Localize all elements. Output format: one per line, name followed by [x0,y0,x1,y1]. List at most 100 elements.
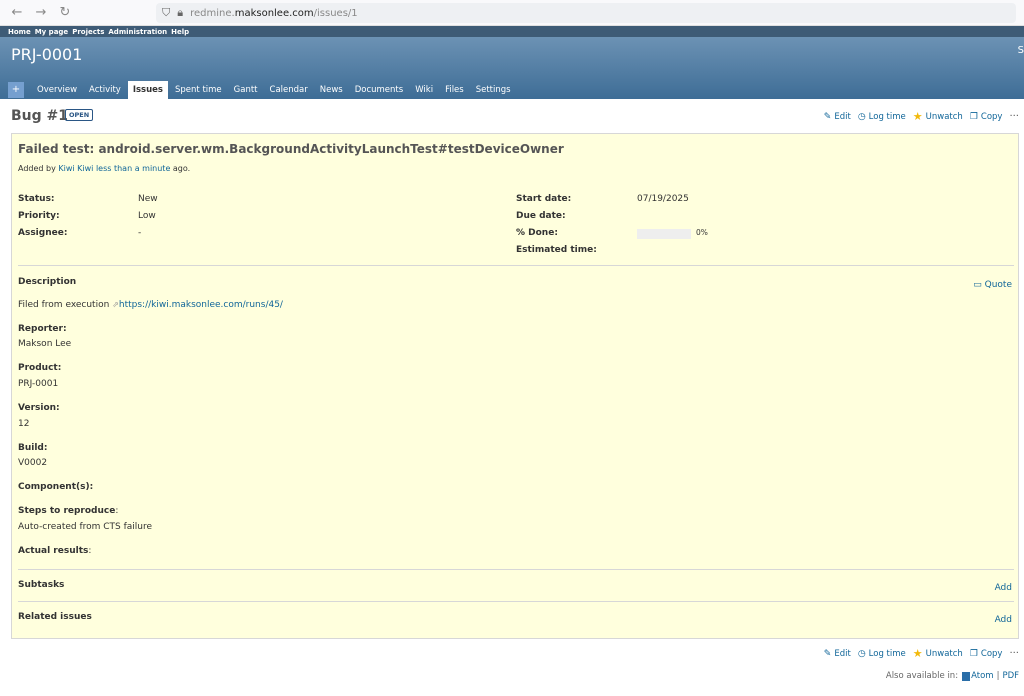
more-actions-icon[interactable]: ··· [1009,648,1019,659]
unwatch-button[interactable]: ★ Unwatch [913,647,963,660]
subtasks-title: Subtasks [18,580,65,590]
assignee-value: - [138,228,142,238]
issue-heading: Bug #1 OPEN ✎ Edit ◷ Log time ★ Unwatch ❐ Co… [11,99,1019,131]
start-date-value: 07/19/2025 [637,194,689,204]
forward-icon[interactable]: → [32,5,50,20]
url-text: redmine.maksonlee.com/issues/1 [190,7,358,19]
log-time-button[interactable]: ◷ Log time [858,112,906,122]
execution-link[interactable]: https://kiwi.maksonlee.com/runs/45/ [119,300,283,310]
tab-issues[interactable]: Issues [127,81,168,99]
steps-to-reproduce-value: Auto-created from CTS failure [18,522,153,532]
issue-subject: Failed test: android.server.wm.Backgroun… [18,142,564,156]
tab-settings[interactable]: Settings [471,81,516,99]
tab-wiki[interactable]: Wiki [410,81,438,99]
actual-results-label: Actual results: [18,546,92,556]
add-subtask-link[interactable]: Add [995,583,1012,593]
atom-link[interactable]: Atom [971,671,993,681]
separator: | [996,671,1000,681]
done-ratio-label: % Done: [516,228,558,238]
divider [18,569,1014,570]
issue-title: Bug #1 [11,108,69,124]
pdf-link[interactable]: PDF [1002,671,1019,681]
issue-author-line: Added by Kiwi Kiwi less than a minute ag… [18,164,191,173]
edit-button[interactable]: ✎ Edit [824,112,851,122]
top-menu-home[interactable]: Home [8,28,31,36]
reporter-value: Makson Lee [18,339,72,349]
other-formats-label: Also available in: [885,671,959,681]
done-progress-bar [637,229,691,239]
description-title: Description [18,277,77,287]
assignee-label: Assignee: [18,228,68,238]
tab-activity[interactable]: Activity [84,81,126,99]
build-label: Build: [18,443,48,453]
status-badge: OPEN [65,109,94,121]
address-bar[interactable]: ⛉ 🔒︎ redmine.maksonlee.com/issues/1 [156,3,1016,23]
shield-icon: ⛉ [162,6,171,19]
description-text: Filed from execution ⇗https://kiwi.makso… [18,300,283,310]
pencil-icon: ✎ [823,648,832,659]
done-ratio-value: 0% [696,228,708,237]
header-search-label: S [1017,45,1024,56]
log-time-button[interactable]: ◷ Log time [858,649,906,659]
copy-button[interactable]: ❐ Copy [970,112,1003,122]
tab-news[interactable]: News [315,81,348,99]
new-object-button[interactable]: + [8,82,24,98]
main-menu: + Overview Activity Issues Spent time Ga… [8,81,518,99]
due-date-label: Due date: [516,211,566,221]
copy-button[interactable]: ❐ Copy [970,649,1003,659]
components-label: Component(s): [18,482,94,492]
quote-button[interactable]: ▭ Quote [973,280,1012,290]
tab-calendar[interactable]: Calendar [265,81,313,99]
feed-icon [962,671,971,681]
divider [18,601,1014,602]
other-formats: Also available in: Atom | PDF [886,671,1019,681]
top-menu-projects[interactable]: Projects [72,28,104,36]
back-icon[interactable]: ← [8,5,26,20]
star-icon: ★ [912,647,923,660]
tab-overview[interactable]: Overview [32,81,82,99]
browser-toolbar: ← → ↻ ⛉ 🔒︎ redmine.maksonlee.com/issues/… [0,0,1024,26]
steps-to-reproduce-label: Steps to reproduce: [18,506,119,516]
issue-details: Failed test: android.server.wm.Backgroun… [11,133,1019,639]
external-link-icon: ⇗ [112,300,119,309]
status-value: New [138,194,158,204]
top-menu: Home My page Projects Administration Hel… [0,26,1024,37]
project-title: PRJ-0001 [11,45,83,64]
pencil-icon: ✎ [823,111,832,122]
top-menu-my-page[interactable]: My page [35,28,68,36]
unwatch-button[interactable]: ★ Unwatch [913,110,963,123]
copy-icon: ❐ [969,111,978,122]
version-value: 12 [18,419,30,429]
priority-value: Low [138,211,156,221]
version-label: Version: [18,403,60,413]
top-menu-administration[interactable]: Administration [108,28,167,36]
clock-icon: ◷ [857,648,866,659]
add-related-issue-link[interactable]: Add [995,615,1012,625]
related-issues-title: Related issues [18,612,92,622]
product-value: PRJ-0001 [18,379,59,389]
tab-gantt[interactable]: Gantt [229,81,263,99]
issue-actions-bottom: ✎ Edit ◷ Log time ★ Unwatch ❐ Copy ··· [817,647,1019,660]
status-label: Status: [18,194,55,204]
start-date-label: Start date: [516,194,572,204]
quote-icon: ▭ [973,280,985,290]
top-menu-help[interactable]: Help [171,28,189,36]
created-time-link[interactable]: less than a minute [96,164,170,173]
author-link[interactable]: Kiwi Kiwi [58,164,93,173]
star-icon: ★ [912,110,923,123]
lock-icon: 🔒︎ [177,6,184,19]
build-value: V0002 [18,458,48,468]
more-actions-icon[interactable]: ··· [1009,111,1019,122]
priority-label: Priority: [18,211,60,221]
tab-spent-time[interactable]: Spent time [170,81,227,99]
tab-documents[interactable]: Documents [350,81,408,99]
copy-icon: ❐ [969,648,978,659]
project-header: PRJ-0001 S + Overview Activity Issues Sp… [0,37,1024,99]
divider [18,265,1014,266]
tab-files[interactable]: Files [440,81,469,99]
product-label: Product: [18,363,62,373]
reload-icon[interactable]: ↻ [56,5,74,20]
estimated-time-label: Estimated time: [516,245,597,255]
issue-actions-top: ✎ Edit ◷ Log time ★ Unwatch ❐ Copy ··· [817,110,1019,123]
edit-button[interactable]: ✎ Edit [824,649,851,659]
